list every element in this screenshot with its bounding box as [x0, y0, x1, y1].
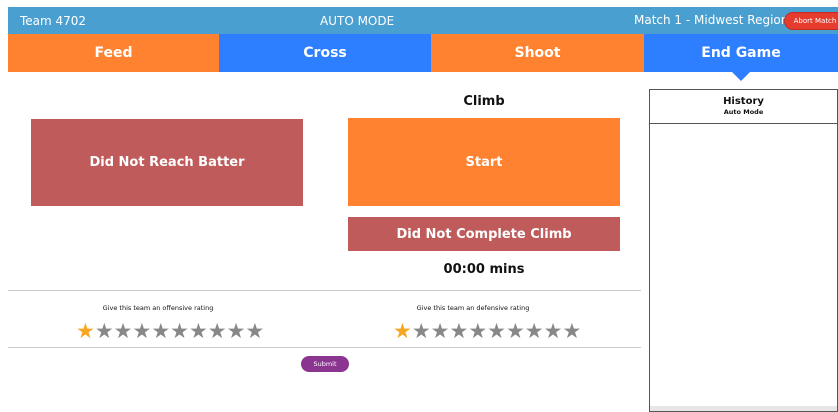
offensive-rating-star-icon[interactable]: ★ [132, 320, 151, 342]
start-climb-button[interactable]: Start [348, 118, 620, 206]
match-label: Match 1 - Midwest Regional [634, 13, 800, 27]
tab-end-game[interactable]: End Game [644, 34, 838, 81]
defensive-rating-star-icon[interactable]: ★ [525, 320, 544, 342]
team-label: Team 4702 [20, 14, 87, 28]
offensive-rating-star-icon[interactable]: ★ [245, 320, 264, 342]
offensive-rating-star-icon[interactable]: ★ [114, 320, 133, 342]
tab-cross[interactable]: Cross [219, 34, 431, 72]
divider [8, 347, 641, 348]
history-subtitle: Auto Mode [723, 108, 764, 116]
offensive-rating-star-icon[interactable]: ★ [95, 320, 114, 342]
offensive-rating-star-icon[interactable]: ★ [189, 320, 208, 342]
climb-title: Climb [463, 94, 505, 109]
submit-button[interactable]: Submit [301, 356, 349, 372]
top-bar: Team 4702 AUTO MODE Match 1 - Midwest Re… [8, 7, 838, 34]
offensive-rating-stars: ★ ★ ★ ★ ★ ★ ★ ★ ★ ★ [76, 320, 264, 342]
mode-label: AUTO MODE [320, 14, 395, 28]
defensive-rating-star-icon[interactable]: ★ [449, 320, 468, 342]
history-title: History [723, 96, 764, 107]
offensive-rating-star-icon[interactable]: ★ [76, 320, 95, 342]
offensive-rating-star-icon[interactable]: ★ [151, 320, 170, 342]
climb-timer: 00:00 mins [443, 262, 525, 277]
offensive-rating-star-icon[interactable]: ★ [170, 320, 189, 342]
defensive-rating-star-icon[interactable]: ★ [487, 320, 506, 342]
defensive-rating-star-icon[interactable]: ★ [506, 320, 525, 342]
defensive-rating-star-icon[interactable]: ★ [412, 320, 431, 342]
did-not-reach-batter-button[interactable]: Did Not Reach Batter [31, 119, 303, 206]
defensive-rating-star-icon[interactable]: ★ [431, 320, 450, 342]
mode-tabs: Feed Cross Shoot End Game [8, 34, 838, 81]
abort-match-button[interactable]: Abort Match [784, 12, 838, 30]
tab-shoot[interactable]: Shoot [431, 34, 644, 72]
defensive-rating-stars: ★ ★ ★ ★ ★ ★ ★ ★ ★ ★ [393, 320, 581, 342]
defensive-rating-star-icon[interactable]: ★ [544, 320, 563, 342]
offensive-rating-label: Give this team an offensive rating [102, 304, 214, 312]
offensive-rating-star-icon[interactable]: ★ [208, 320, 227, 342]
tab-feed[interactable]: Feed [8, 34, 219, 72]
did-not-complete-climb-button[interactable]: Did Not Complete Climb [348, 217, 620, 251]
history-scrollbar[interactable] [650, 406, 837, 411]
defensive-rating-star-icon[interactable]: ★ [562, 320, 581, 342]
offensive-rating-star-icon[interactable]: ★ [227, 320, 246, 342]
history-panel: History Auto Mode [649, 89, 838, 412]
divider [8, 290, 641, 291]
defensive-rating-label: Give this team an defensive rating [416, 304, 530, 312]
defensive-rating-star-icon[interactable]: ★ [393, 320, 412, 342]
history-header: History Auto Mode [650, 90, 837, 124]
defensive-rating-star-icon[interactable]: ★ [468, 320, 487, 342]
